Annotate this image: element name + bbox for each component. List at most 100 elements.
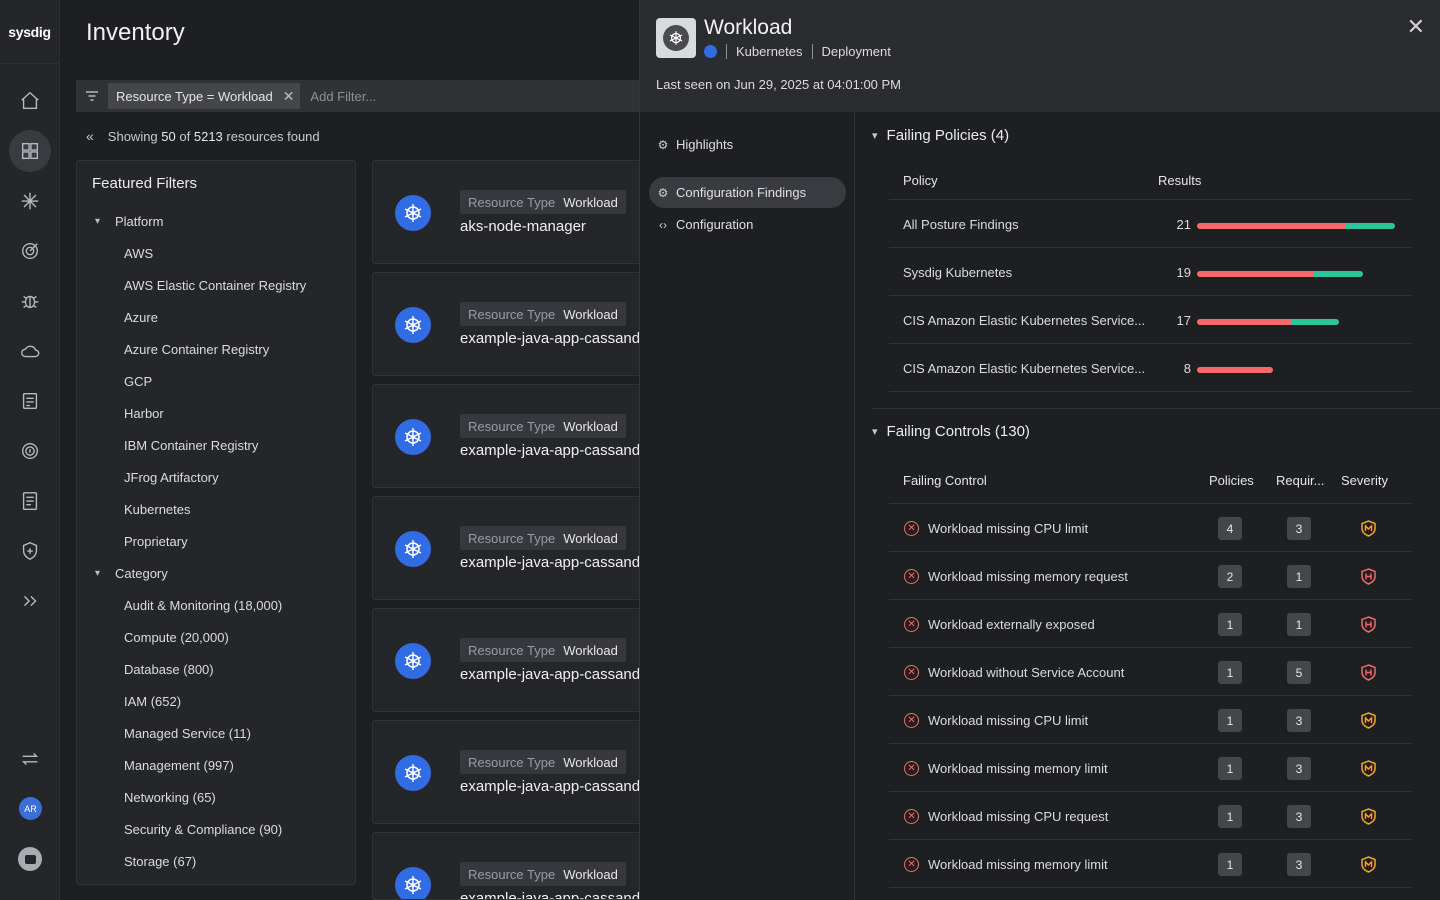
- failed-segment: [1197, 271, 1314, 277]
- col-requirements: Requir...: [1276, 473, 1325, 488]
- switch-icon[interactable]: [9, 738, 51, 780]
- filter-group-category[interactable]: ▾ Category: [95, 566, 168, 581]
- fail-x-icon: ✕: [904, 521, 919, 536]
- close-icon[interactable]: ✕: [1407, 14, 1425, 40]
- highlights-icon: ⚙: [657, 137, 669, 152]
- control-row[interactable]: ✕ Workload missing memory limit 1 3: [889, 744, 1411, 792]
- featured-filters-panel: Featured Filters ▾ Platform AWS AWS Elas…: [76, 160, 356, 885]
- filter-item[interactable]: Management (997): [124, 758, 234, 773]
- results-summary: « Showing 50 of 5213 resources found: [86, 128, 320, 144]
- fail-x-icon: ✕: [904, 761, 919, 776]
- filter-item[interactable]: GCP: [124, 374, 152, 389]
- control-row[interactable]: ✕ Workload without Service Account 1 5: [889, 648, 1411, 696]
- filter-item[interactable]: Compute (20,000): [124, 630, 229, 645]
- resource-card[interactable]: Resource Type Workload example-java-app-c…: [372, 720, 642, 824]
- resource-name: example-java-app-cassandra: [460, 330, 642, 347]
- resource-name: example-java-app-cassandra: [460, 554, 642, 571]
- failing-policies-toggle[interactable]: ▾ Failing Policies (4): [872, 127, 1009, 144]
- severity-medium-icon: [1361, 808, 1376, 825]
- failing-controls-toggle[interactable]: ▾ Failing Controls (130): [872, 423, 1030, 440]
- filter-chip[interactable]: Resource Type = Workload ✕: [108, 83, 301, 109]
- help-icon[interactable]: [18, 847, 42, 871]
- add-filter-input[interactable]: Add Filter...: [310, 89, 376, 104]
- resource-card[interactable]: Resource Type Workload example-java-app-c…: [372, 832, 642, 900]
- control-row[interactable]: ✕ Workload missing CPU limit 4 3: [889, 504, 1411, 552]
- failed-segment: [1197, 367, 1273, 373]
- filter-group-platform[interactable]: ▾ Platform: [95, 214, 163, 229]
- control-name: Workload missing CPU limit: [928, 521, 1089, 536]
- control-row[interactable]: ✕ Workload missing memory request 2 1: [889, 552, 1411, 600]
- integrations-icon[interactable]: [9, 180, 51, 222]
- col-policy: Policy: [903, 173, 938, 188]
- control-row[interactable]: ✕ Workload missing memory limit 1 3: [889, 840, 1411, 888]
- severity-medium-icon: [1361, 520, 1376, 537]
- requirements-count: 3: [1287, 757, 1311, 780]
- policy-row[interactable]: CIS Amazon Elastic Kubernetes Service...…: [889, 296, 1411, 344]
- nav-configuration[interactable]: ‹› Configuration: [649, 209, 846, 240]
- avatar[interactable]: AR: [19, 797, 42, 820]
- filter-item[interactable]: Azure: [124, 310, 158, 325]
- resource-card[interactable]: Resource Type Workload example-java-app-c…: [372, 608, 642, 712]
- compliance-icon[interactable]: [9, 480, 51, 522]
- control-row[interactable]: ✕ Workload missing CPU limit 1 3: [889, 696, 1411, 744]
- expand-nav-icon[interactable]: [9, 580, 51, 622]
- policies-count: 1: [1218, 805, 1242, 828]
- nav-highlights[interactable]: ⚙ Highlights: [649, 129, 846, 160]
- policies-count: 1: [1218, 661, 1242, 684]
- results-bar: [1197, 223, 1395, 229]
- filter-chip-label: Resource Type = Workload: [116, 88, 273, 104]
- home-icon[interactable]: [9, 80, 51, 122]
- nav-configuration-findings[interactable]: ⚙ Configuration Findings: [649, 177, 846, 208]
- control-name: Workload missing CPU limit: [928, 713, 1089, 728]
- filter-item[interactable]: Kubernetes: [124, 502, 191, 517]
- shield-icon[interactable]: [9, 530, 51, 572]
- filter-item[interactable]: AWS Elastic Container Registry: [124, 278, 306, 293]
- filter-icon[interactable]: [76, 90, 108, 102]
- fingerprint-icon[interactable]: [9, 430, 51, 472]
- chevron-down-icon: ▾: [95, 216, 101, 227]
- filter-item[interactable]: Networking (65): [124, 790, 216, 805]
- severity-high-icon: [1361, 616, 1376, 633]
- control-row[interactable]: ✕ Workload missing CPU request 1 3: [889, 792, 1411, 840]
- filter-item[interactable]: Azure Container Registry: [124, 342, 269, 357]
- remove-filter-icon[interactable]: ✕: [283, 88, 295, 105]
- resource-card[interactable]: Resource Type Workload example-java-app-c…: [372, 272, 642, 376]
- severity-medium-icon: [1361, 712, 1376, 729]
- control-name: Workload missing CPU request: [928, 809, 1109, 824]
- drawer-subtitle: Kubernetes Deployment: [704, 44, 891, 59]
- filter-item[interactable]: Audit & Monitoring (18,000): [124, 598, 282, 613]
- policy-row[interactable]: Sysdig Kubernetes 19: [889, 248, 1411, 296]
- filter-item[interactable]: Database (800): [124, 662, 214, 677]
- page-title: Inventory: [86, 19, 185, 46]
- control-name: Workload without Service Account: [928, 665, 1125, 680]
- severity-high-icon: [1361, 664, 1376, 681]
- filter-item[interactable]: Storage (67): [124, 854, 196, 869]
- report-icon[interactable]: [9, 380, 51, 422]
- filter-item[interactable]: IBM Container Registry: [124, 438, 258, 453]
- kubernetes-icon: [395, 867, 431, 899]
- fail-x-icon: ✕: [904, 617, 919, 632]
- filter-item[interactable]: Security & Compliance (90): [124, 822, 282, 837]
- resource-card[interactable]: Resource Type Workload aks-node-manager: [372, 160, 642, 264]
- bug-icon[interactable]: [9, 280, 51, 322]
- filter-item[interactable]: Harbor: [124, 406, 164, 421]
- filter-item[interactable]: Managed Service (11): [124, 726, 251, 741]
- inventory-icon[interactable]: [9, 130, 51, 172]
- resource-card[interactable]: Resource Type Workload example-java-app-c…: [372, 384, 642, 488]
- resource-card[interactable]: Resource Type Workload example-java-app-c…: [372, 496, 642, 600]
- policy-count: 21: [1176, 217, 1191, 232]
- filter-item[interactable]: IAM (652): [124, 694, 181, 709]
- policy-row[interactable]: CIS Amazon Elastic Kubernetes Service...…: [889, 344, 1411, 392]
- filter-item[interactable]: AWS: [124, 246, 153, 261]
- cloud-shield-icon[interactable]: [9, 330, 51, 372]
- sysdig-logo[interactable]: sysdig: [0, 0, 59, 64]
- filter-item[interactable]: Proprietary: [124, 534, 188, 549]
- policies-count: 4: [1218, 517, 1242, 540]
- fail-x-icon: ✕: [904, 857, 919, 872]
- control-row[interactable]: ✕ Workload externally exposed 1 1: [889, 600, 1411, 648]
- filter-item[interactable]: JFrog Artifactory: [124, 470, 219, 485]
- policy-row[interactable]: All Posture Findings 21: [889, 200, 1411, 248]
- target-icon[interactable]: [9, 230, 51, 272]
- collapse-filters-icon[interactable]: «: [86, 128, 94, 144]
- results-bar: [1197, 367, 1273, 373]
